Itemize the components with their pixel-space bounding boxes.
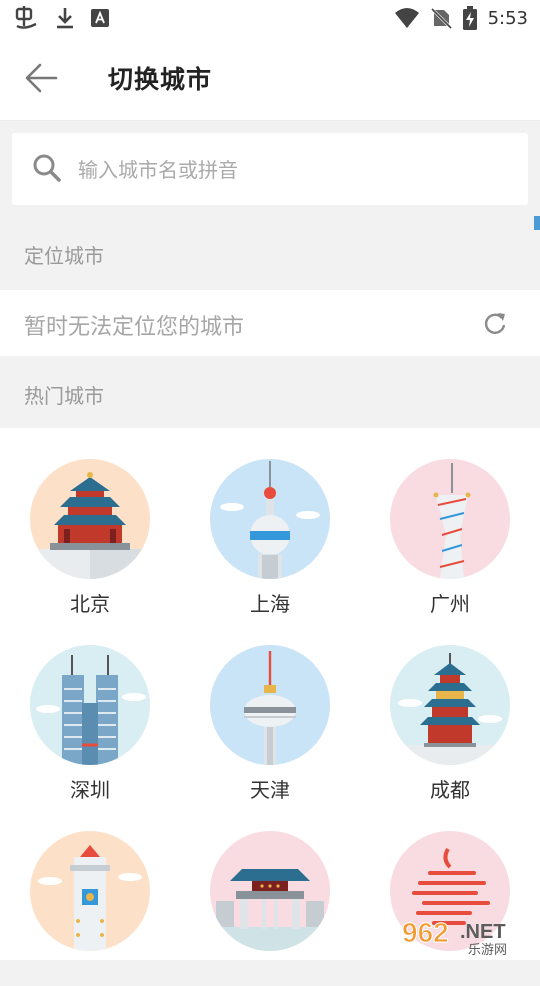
status-bar: 5:53 [0,0,540,36]
city-item-9[interactable] [360,800,540,986]
canton-tower-icon [390,459,510,579]
city-name: 北京 [70,592,110,616]
city-item-chengdu[interactable]: 成都 [360,614,540,802]
hot-cities-grid: 北京 上海 广州 深圳 天津 成都 [0,428,540,960]
app-header: 切换城市 [0,36,540,121]
temple-of-heaven-icon [30,459,150,579]
city-name: 天津 [250,778,290,802]
memorial-gate-icon [210,831,330,951]
app-notification-icon [15,6,37,29]
city-name: 广州 [430,592,470,616]
svg-text:.NET: .NET [460,921,506,943]
pagoda-icon [390,645,510,765]
city-item-guangzhou[interactable]: 广州 [360,428,540,616]
city-search-input[interactable] [76,149,500,191]
svg-text:962: 962 [402,917,449,948]
svg-text:乐游网: 乐游网 [468,943,507,956]
hot-cities-section-label: 热门城市 [24,384,104,408]
search-box[interactable] [12,133,528,205]
city-name: 上海 [250,592,290,616]
download-icon [57,8,73,29]
location-section-label: 定位城市 [24,244,104,268]
location-row[interactable]: 暂时无法定位您的城市 [0,290,540,356]
watermark-logo: 962 .NET 乐游网 [398,912,534,959]
city-item-7[interactable] [0,800,180,986]
battery-charging-icon [462,6,477,30]
city-item-tianjin[interactable]: 天津 [180,614,360,802]
arrow-left-icon[interactable] [22,58,62,98]
city-item-shenzhen[interactable]: 深圳 [0,614,180,802]
city-item-beijing[interactable]: 北京 [0,428,180,616]
city-name: 深圳 [70,778,110,802]
city-item-shanghai[interactable]: 上海 [180,428,360,616]
search-icon [33,154,61,182]
city-item-8[interactable] [180,800,360,986]
page-title: 切换城市 [108,65,213,94]
refresh-icon[interactable] [482,310,508,336]
twin-skyscrapers-icon [30,645,150,765]
no-sim-icon [430,7,452,29]
location-status-text: 暂时无法定位您的城市 [24,315,245,340]
tv-tower-icon [210,645,330,765]
clock-tower-icon [30,831,150,951]
font-app-icon [91,9,109,27]
scrollbar-thumb[interactable] [534,216,540,230]
oriental-pearl-tower-icon [210,459,330,579]
city-name: 成都 [430,778,470,802]
status-time: 5:53 [487,7,528,29]
wifi-icon [394,8,419,28]
